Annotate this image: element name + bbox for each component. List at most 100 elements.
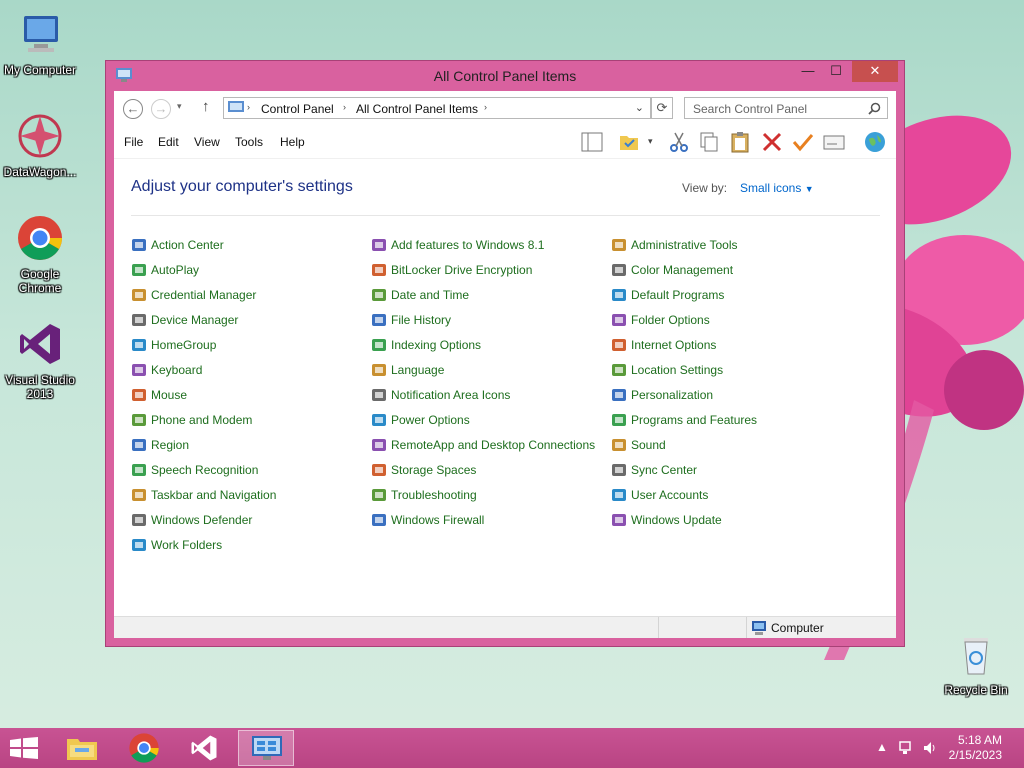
cp-item-troubleshooting[interactable]: Troubleshooting	[371, 487, 477, 505]
breadcrumb-control-panel[interactable]: Control Panel	[261, 102, 334, 116]
desktop-icon-my-computer[interactable]: My Computer	[0, 10, 80, 77]
cp-item-taskbar-and-navigation[interactable]: Taskbar and Navigation	[131, 487, 276, 505]
properties-icon[interactable]	[822, 130, 846, 154]
desktop-icon-label: DataWagon...	[3, 165, 77, 179]
recent-pages-chevron-icon[interactable]: ▾	[177, 101, 182, 112]
cp-item-user-accounts[interactable]: User Accounts	[611, 487, 708, 505]
menu-help[interactable]: Help	[280, 135, 305, 149]
volume-icon[interactable]	[922, 740, 938, 756]
breadcrumb-all-items[interactable]: All Control Panel Items	[356, 102, 478, 116]
delete-icon[interactable]	[760, 130, 784, 154]
cut-icon[interactable]	[667, 130, 691, 154]
cp-item-power-options[interactable]: Power Options	[371, 412, 470, 430]
cp-item-location-settings[interactable]: Location Settings	[611, 362, 723, 380]
checkmark-icon[interactable]	[791, 130, 815, 154]
taskbar-visual-studio[interactable]	[177, 730, 233, 766]
cp-item-indexing-options[interactable]: Indexing Options	[371, 337, 481, 355]
paste-icon[interactable]	[728, 130, 752, 154]
region-icon	[132, 439, 146, 451]
cp-item-date-and-time[interactable]: Date and Time	[371, 287, 469, 305]
menu-tools[interactable]: Tools	[235, 135, 263, 149]
cp-item-label: Region	[151, 438, 190, 452]
device-manager-icon	[132, 314, 146, 326]
cp-item-region[interactable]: Region	[131, 437, 189, 455]
cp-item-work-folders[interactable]: Work Folders	[131, 537, 222, 555]
cp-item-internet-options[interactable]: Internet Options	[611, 337, 716, 355]
cp-item-mouse[interactable]: Mouse	[131, 387, 187, 405]
cp-item-label: Sound	[631, 438, 666, 452]
cp-item-add-features-to-windows-8-1[interactable]: Add features to Windows 8.1	[371, 237, 544, 255]
cp-item-language[interactable]: Language	[371, 362, 444, 380]
search-input[interactable]: Search Control Panel	[684, 97, 888, 119]
cp-item-remoteapp-and-desktop-connections[interactable]: RemoteApp and Desktop Connections	[371, 437, 595, 455]
start-icon[interactable]	[10, 737, 38, 759]
globe-icon[interactable]	[863, 130, 887, 154]
cp-item-notification-area-icons[interactable]: Notification Area Icons	[371, 387, 510, 405]
color-management-icon	[612, 264, 626, 276]
taskbar-control-panel[interactable]	[238, 730, 294, 766]
desktop-icon-chrome[interactable]: Google Chrome	[0, 214, 80, 295]
cp-item-device-manager[interactable]: Device Manager	[131, 312, 238, 330]
cp-item-folder-options[interactable]: Folder Options	[611, 312, 710, 330]
cp-item-windows-update[interactable]: Windows Update	[611, 512, 722, 530]
cp-item-windows-firewall[interactable]: Windows Firewall	[371, 512, 484, 530]
status-bar: Computer	[114, 616, 896, 638]
maximize-button[interactable]: ☐	[822, 61, 850, 82]
desktop-icon-datawagon[interactable]: DataWagon...	[0, 112, 80, 179]
taskbar-file-explorer[interactable]	[54, 730, 110, 766]
address-dropdown-chevron-icon[interactable]: ⌄	[635, 101, 644, 114]
cp-item-label: Power Options	[391, 413, 470, 427]
desktop-icon-recycle-bin[interactable]: Recycle Bin	[936, 630, 1016, 697]
cp-item-windows-defender[interactable]: Windows Defender	[131, 512, 252, 530]
desktop-icon-visual-studio[interactable]: Visual Studio 2013	[0, 320, 80, 401]
cp-item-speech-recognition[interactable]: Speech Recognition	[131, 462, 258, 480]
window-body: ← → ▾ ↑ › Control Panel › All Control Pa…	[114, 91, 896, 638]
cp-item-sync-center[interactable]: Sync Center	[611, 462, 697, 480]
close-button[interactable]: ✕	[852, 61, 898, 82]
menu-view[interactable]: View	[194, 135, 220, 149]
cp-item-autoplay[interactable]: AutoPlay	[131, 262, 199, 280]
show-hidden-icons-chevron-icon[interactable]: ▲	[876, 740, 888, 754]
layout-pane-icon[interactable]	[580, 130, 604, 154]
cp-item-phone-and-modem[interactable]: Phone and Modem	[131, 412, 252, 430]
cp-item-action-center[interactable]: Action Center	[131, 237, 224, 255]
cp-item-credential-manager[interactable]: Credential Manager	[131, 287, 256, 305]
cp-item-color-management[interactable]: Color Management	[611, 262, 733, 280]
cp-item-label: HomeGroup	[151, 338, 217, 352]
cp-item-administrative-tools[interactable]: Administrative Tools	[611, 237, 738, 255]
cp-item-default-programs[interactable]: Default Programs	[611, 287, 724, 305]
cp-item-homegroup[interactable]: HomeGroup	[131, 337, 216, 355]
back-button[interactable]: ←	[123, 99, 143, 119]
cp-item-programs-and-features[interactable]: Programs and Features	[611, 412, 757, 430]
minimize-button[interactable]: —	[794, 61, 822, 82]
forward-button[interactable]: →	[151, 99, 171, 119]
cp-item-personalization[interactable]: Personalization	[611, 387, 713, 405]
folder-dropdown-chevron-icon[interactable]: ▾	[648, 136, 653, 147]
menu-file[interactable]: File	[124, 135, 143, 149]
cp-item-keyboard[interactable]: Keyboard	[131, 362, 202, 380]
up-button[interactable]: ↑	[202, 98, 210, 115]
search-icon[interactable]	[868, 102, 881, 115]
refresh-button[interactable]: ⟳	[651, 97, 673, 119]
speech-recognition-icon	[132, 464, 146, 476]
cp-item-bitlocker-drive-encryption[interactable]: BitLocker Drive Encryption	[371, 262, 532, 280]
cp-item-file-history[interactable]: File History	[371, 312, 451, 330]
view-by-dropdown[interactable]: Small icons ▼	[740, 181, 814, 195]
taskbar-chrome[interactable]	[116, 730, 172, 766]
copy-icon[interactable]	[697, 130, 721, 154]
visual-studio-icon	[191, 735, 217, 761]
title-bar[interactable]: All Control Panel Items — ☐ ✕	[106, 61, 904, 91]
address-bar[interactable]: › Control Panel › All Control Panel Item…	[223, 97, 651, 119]
action-center-icon	[132, 239, 146, 251]
content-area: Adjust your computer's settings View by:…	[114, 159, 896, 616]
taskbar-and-navigation-icon	[132, 489, 146, 501]
cp-item-storage-spaces[interactable]: Storage Spaces	[371, 462, 476, 480]
folder-check-icon[interactable]	[617, 130, 641, 154]
clock[interactable]: 5:18 AM 2/15/2023	[949, 733, 1002, 763]
desktop-icon-label: Google Chrome	[18, 267, 62, 295]
cp-item-sound[interactable]: Sound	[611, 437, 666, 455]
clock-time: 5:18 AM	[957, 733, 1002, 747]
menu-edit[interactable]: Edit	[158, 135, 179, 149]
network-icon[interactable]	[898, 740, 914, 756]
cp-item-label: Taskbar and Navigation	[151, 488, 277, 502]
